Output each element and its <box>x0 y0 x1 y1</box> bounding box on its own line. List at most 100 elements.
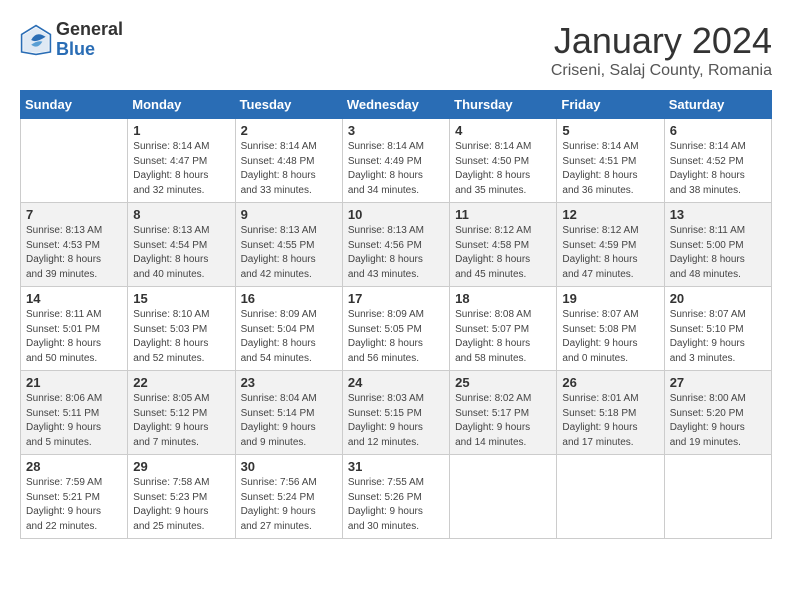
day-number: 4 <box>455 123 551 138</box>
day-detail: Sunrise: 8:13 AM Sunset: 4:56 PM Dayligh… <box>348 224 444 282</box>
day-detail: Sunrise: 8:04 AM Sunset: 5:14 PM Dayligh… <box>241 392 337 450</box>
calendar-cell: 30 Sunrise: 7:56 AM Sunset: 5:24 PM Dayli… <box>235 455 342 539</box>
calendar-cell: 17 Sunrise: 8:09 AM Sunset: 5:05 PM Dayli… <box>342 287 449 371</box>
calendar-cell: 12 Sunrise: 8:12 AM Sunset: 4:59 PM Dayli… <box>557 203 664 287</box>
day-number: 23 <box>241 375 337 390</box>
day-detail: Sunrise: 8:03 AM Sunset: 5:15 PM Dayligh… <box>348 392 444 450</box>
page-header: General Blue January 2024 Criseni, Salaj… <box>20 20 772 80</box>
day-number: 1 <box>133 123 229 138</box>
day-number: 30 <box>241 459 337 474</box>
week-row-0: 1 Sunrise: 8:14 AM Sunset: 4:47 PM Daylig… <box>21 119 772 203</box>
day-detail: Sunrise: 8:14 AM Sunset: 4:51 PM Dayligh… <box>562 140 658 198</box>
calendar-cell <box>21 119 128 203</box>
day-detail: Sunrise: 8:13 AM Sunset: 4:55 PM Dayligh… <box>241 224 337 282</box>
calendar-cell: 25Sunrise: 8:02 AM Sunset: 5:17 PM Dayli… <box>450 371 557 455</box>
day-number: 13 <box>670 207 766 222</box>
calendar-cell: 1 Sunrise: 8:14 AM Sunset: 4:47 PM Daylig… <box>128 119 235 203</box>
calendar-cell: 2Sunrise: 8:14 AM Sunset: 4:48 PM Daylig… <box>235 119 342 203</box>
day-number: 11 <box>455 207 551 222</box>
day-number: 10 <box>348 207 444 222</box>
day-number: 14 <box>26 291 122 306</box>
calendar-cell: 6 Sunrise: 8:14 AM Sunset: 4:52 PM Daylig… <box>664 119 771 203</box>
day-detail: Sunrise: 8:00 AM Sunset: 5:20 PM Dayligh… <box>670 392 766 450</box>
day-detail: Sunrise: 8:07 AM Sunset: 5:10 PM Dayligh… <box>670 308 766 366</box>
day-number: 16 <box>241 291 337 306</box>
calendar-cell: 24Sunrise: 8:03 AM Sunset: 5:15 PM Dayli… <box>342 371 449 455</box>
calendar-cell <box>450 455 557 539</box>
calendar-cell: 3Sunrise: 8:14 AM Sunset: 4:49 PM Daylig… <box>342 119 449 203</box>
calendar-cell: 27Sunrise: 8:00 AM Sunset: 5:20 PM Dayli… <box>664 371 771 455</box>
day-number: 25 <box>455 375 551 390</box>
calendar-table: SundayMondayTuesdayWednesdayThursdayFrid… <box>20 90 772 539</box>
day-detail: Sunrise: 8:09 AM Sunset: 5:05 PM Dayligh… <box>348 308 444 366</box>
calendar-cell <box>557 455 664 539</box>
header-wednesday: Wednesday <box>342 91 449 119</box>
calendar-cell: 22 Sunrise: 8:05 AM Sunset: 5:12 PM Dayli… <box>128 371 235 455</box>
week-row-3: 21Sunrise: 8:06 AM Sunset: 5:11 PM Dayli… <box>21 371 772 455</box>
calendar-cell: 5 Sunrise: 8:14 AM Sunset: 4:51 PM Daylig… <box>557 119 664 203</box>
header-saturday: Saturday <box>664 91 771 119</box>
day-number: 19 <box>562 291 658 306</box>
day-number: 6 <box>670 123 766 138</box>
day-number: 26 <box>562 375 658 390</box>
week-row-2: 14 Sunrise: 8:11 AM Sunset: 5:01 PM Dayli… <box>21 287 772 371</box>
calendar-cell: 13Sunrise: 8:11 AM Sunset: 5:00 PM Dayli… <box>664 203 771 287</box>
logo-general-text: General <box>56 20 123 40</box>
title-block: January 2024 Criseni, Salaj County, Roma… <box>551 20 772 80</box>
day-number: 28 <box>26 459 122 474</box>
logo-text: General Blue <box>56 20 123 60</box>
logo-blue-text: Blue <box>56 40 123 60</box>
logo-icon <box>20 24 52 56</box>
calendar-cell: 18 Sunrise: 8:08 AM Sunset: 5:07 PM Dayli… <box>450 287 557 371</box>
header-monday: Monday <box>128 91 235 119</box>
calendar-cell: 15 Sunrise: 8:10 AM Sunset: 5:03 PM Dayli… <box>128 287 235 371</box>
calendar-cell: 28 Sunrise: 7:59 AM Sunset: 5:21 PM Dayli… <box>21 455 128 539</box>
calendar-cell: 8 Sunrise: 8:13 AM Sunset: 4:54 PM Daylig… <box>128 203 235 287</box>
day-detail: Sunrise: 8:12 AM Sunset: 4:58 PM Dayligh… <box>455 224 551 282</box>
day-detail: Sunrise: 8:14 AM Sunset: 4:47 PM Dayligh… <box>133 140 229 198</box>
day-detail: Sunrise: 8:13 AM Sunset: 4:54 PM Dayligh… <box>133 224 229 282</box>
day-detail: Sunrise: 8:11 AM Sunset: 5:01 PM Dayligh… <box>26 308 122 366</box>
day-number: 21 <box>26 375 122 390</box>
day-number: 17 <box>348 291 444 306</box>
calendar-cell: 20Sunrise: 8:07 AM Sunset: 5:10 PM Dayli… <box>664 287 771 371</box>
day-detail: Sunrise: 8:14 AM Sunset: 4:50 PM Dayligh… <box>455 140 551 198</box>
logo: General Blue <box>20 20 123 60</box>
month-title: January 2024 <box>551 20 772 62</box>
week-row-1: 7 Sunrise: 8:13 AM Sunset: 4:53 PM Daylig… <box>21 203 772 287</box>
day-detail: Sunrise: 8:10 AM Sunset: 5:03 PM Dayligh… <box>133 308 229 366</box>
day-detail: Sunrise: 7:58 AM Sunset: 5:23 PM Dayligh… <box>133 476 229 534</box>
day-detail: Sunrise: 8:13 AM Sunset: 4:53 PM Dayligh… <box>26 224 122 282</box>
calendar-cell: 21Sunrise: 8:06 AM Sunset: 5:11 PM Dayli… <box>21 371 128 455</box>
day-detail: Sunrise: 8:09 AM Sunset: 5:04 PM Dayligh… <box>241 308 337 366</box>
day-detail: Sunrise: 8:01 AM Sunset: 5:18 PM Dayligh… <box>562 392 658 450</box>
day-detail: Sunrise: 7:56 AM Sunset: 5:24 PM Dayligh… <box>241 476 337 534</box>
calendar-header-row: SundayMondayTuesdayWednesdayThursdayFrid… <box>21 91 772 119</box>
header-friday: Friday <box>557 91 664 119</box>
calendar-cell: 29 Sunrise: 7:58 AM Sunset: 5:23 PM Dayli… <box>128 455 235 539</box>
day-number: 22 <box>133 375 229 390</box>
day-detail: Sunrise: 8:07 AM Sunset: 5:08 PM Dayligh… <box>562 308 658 366</box>
day-number: 29 <box>133 459 229 474</box>
calendar-cell <box>664 455 771 539</box>
day-detail: Sunrise: 8:08 AM Sunset: 5:07 PM Dayligh… <box>455 308 551 366</box>
day-detail: Sunrise: 8:05 AM Sunset: 5:12 PM Dayligh… <box>133 392 229 450</box>
header-sunday: Sunday <box>21 91 128 119</box>
day-number: 5 <box>562 123 658 138</box>
calendar-cell: 9 Sunrise: 8:13 AM Sunset: 4:55 PM Daylig… <box>235 203 342 287</box>
location-title: Criseni, Salaj County, Romania <box>551 62 772 80</box>
day-number: 15 <box>133 291 229 306</box>
day-detail: Sunrise: 8:12 AM Sunset: 4:59 PM Dayligh… <box>562 224 658 282</box>
calendar-cell: 10 Sunrise: 8:13 AM Sunset: 4:56 PM Dayli… <box>342 203 449 287</box>
calendar-cell: 31Sunrise: 7:55 AM Sunset: 5:26 PM Dayli… <box>342 455 449 539</box>
day-number: 8 <box>133 207 229 222</box>
day-detail: Sunrise: 8:14 AM Sunset: 4:52 PM Dayligh… <box>670 140 766 198</box>
day-number: 9 <box>241 207 337 222</box>
day-number: 18 <box>455 291 551 306</box>
day-number: 31 <box>348 459 444 474</box>
day-number: 12 <box>562 207 658 222</box>
day-number: 7 <box>26 207 122 222</box>
week-row-4: 28 Sunrise: 7:59 AM Sunset: 5:21 PM Dayli… <box>21 455 772 539</box>
day-detail: Sunrise: 7:59 AM Sunset: 5:21 PM Dayligh… <box>26 476 122 534</box>
calendar-cell: 16 Sunrise: 8:09 AM Sunset: 5:04 PM Dayli… <box>235 287 342 371</box>
